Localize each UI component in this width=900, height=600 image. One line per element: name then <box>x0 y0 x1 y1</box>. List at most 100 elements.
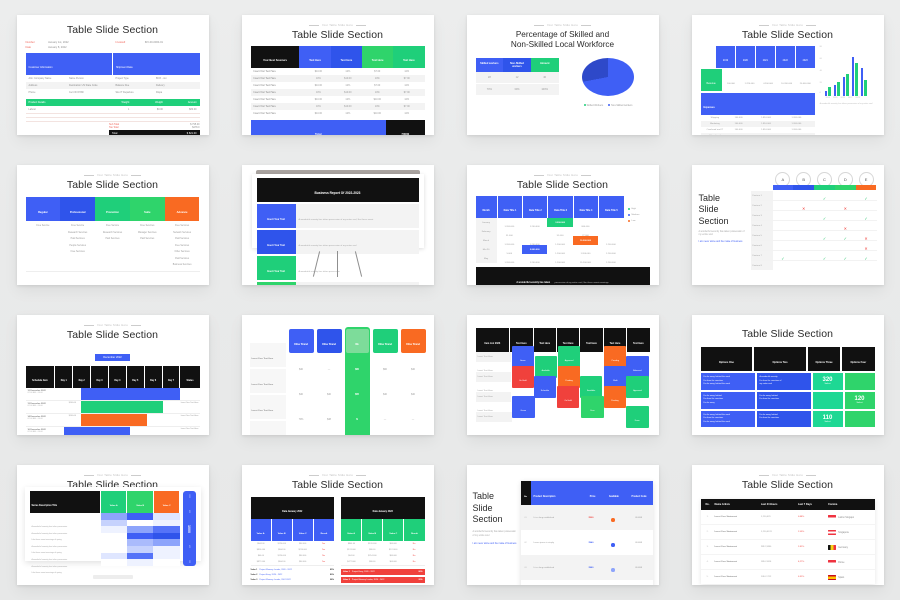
cell: Insert Your Statement <box>714 576 738 579</box>
slide-thumbnail-feature-matrix[interactable]: Table Slide Section A wonderful serenity… <box>691 165 884 285</box>
invoice-date-label: Date <box>25 46 31 50</box>
bar-group <box>851 57 858 97</box>
table-row: 03 It is a long established $880 010868 <box>520 555 653 580</box>
slide-thumbnail-countries[interactable]: Your Table Slide Here Table Slide Sectio… <box>691 465 884 585</box>
cell: 1.200.000 <box>529 225 540 228</box>
row-label: Insert Your Text Here <box>251 410 274 412</box>
cell: Free Services <box>140 225 155 228</box>
cell: 1.810.000 <box>761 123 771 126</box>
cell: Sku IT Departure <box>115 91 134 95</box>
cell: Attn: Company Name <box>28 77 52 81</box>
slide-link[interactable]: I am never alone and the make of busines… <box>699 241 747 245</box>
cell: Phone <box>28 91 36 95</box>
stat-label: Select <box>856 402 863 405</box>
x-tick: 2023 <box>855 97 860 100</box>
slide-thumbnail-status-matrix[interactable]: Item List 2023 Text Here Text Here Text … <box>466 315 659 435</box>
col-header: Your Best Sourcers <box>262 59 287 63</box>
cell: $7.00 <box>374 84 381 88</box>
col-header: Day 2 <box>78 380 85 383</box>
cell: $10.00 <box>344 91 352 95</box>
cell: $84.000 <box>389 555 397 558</box>
cell: 010868 <box>635 516 643 519</box>
cell: 1.55% <box>797 531 805 534</box>
slide-thumbnail-invoice[interactable]: Table Slide Section Number January 1st, 2… <box>16 15 209 135</box>
slide-thumbnail-brand-compare[interactable]: Insert Your Text Here Insert Your Text H… <box>241 315 434 435</box>
table-row: 70% 30% 100% <box>475 82 559 95</box>
table-row: 16 December 202202:00 AM - 04:00 $100.00… <box>26 427 200 435</box>
table-body: Insert Your Text Here $10.00 12% $7.00 12% I… <box>250 68 425 117</box>
cell: — <box>383 418 387 421</box>
col-header: Day 6 <box>150 380 157 383</box>
gallery-cell-11: Item List 2023 Text Here Text Here Text … <box>450 300 675 450</box>
month-badge[interactable]: December 2022 <box>95 354 130 362</box>
brand-column: Other Brand $60 $40 — $50 — <box>372 329 398 435</box>
col-header: Professional <box>69 211 86 215</box>
slide-thumbnail-financials[interactable]: Your Table Slide Here Table Slide Sectio… <box>691 15 884 135</box>
brand-column: Other Brand — $40 $38 $60 $40 <box>316 329 342 435</box>
legend-item: Low <box>627 220 650 223</box>
slide-thumbnail-two-tables[interactable]: Your Table Slide Here Table Slide Sectio… <box>241 465 434 585</box>
col-header: Text Here <box>371 59 384 63</box>
scale-tick: 800 <box>188 509 190 513</box>
cell: $84.000 <box>299 561 307 564</box>
cell: 12 <box>515 75 519 79</box>
slide-thumbnail-options[interactable]: Table Slide Section Options One Options … <box>691 315 884 435</box>
col-header: Options Two <box>772 361 788 365</box>
table-row: Insert Your Text Here $10.00 12% $10.00 12% <box>251 110 425 117</box>
slide-thumbnail-pricing-tiers[interactable]: Your Table Slide Here Table Slide Sectio… <box>16 165 209 285</box>
slide-thumbnail-business-report-easel[interactable]: Business Report Of 2022-2023 Insert Your… <box>241 165 434 285</box>
table-row: 01 It is a long established $500 010868 <box>520 505 653 530</box>
slide-thumbnail-best-sellers[interactable]: Your Table Slide Here Table Slide Sectio… <box>241 15 434 135</box>
cell-price: $940 <box>588 541 594 544</box>
check-icon: ✓ <box>864 215 868 221</box>
cell: 1010.1712 <box>760 576 772 579</box>
slide-title-line3: Section <box>472 514 503 525</box>
slide-title-line1: Table <box>698 193 721 203</box>
cell: $214.000 <box>368 555 377 558</box>
cell: Free Service <box>71 225 85 228</box>
note-row: Value 1 Project Memory Leader, 2020 - 202… <box>251 569 335 571</box>
col-header: Text Here <box>309 59 321 63</box>
table-header-row: Schedule Item Day 1 Day 2 Day 3 Day 4 Da… <box>25 366 200 389</box>
cell: Business Services <box>172 264 192 267</box>
cell: $60 <box>383 368 387 371</box>
gallery-cell-1: Table Slide Section Number January 1st, 2… <box>0 0 225 150</box>
col-header: Available <box>608 496 619 498</box>
row-label: Like these sweet mornings of spring <box>31 572 62 575</box>
slide-thumbnail-heatmap-monitor[interactable]: Your Table Slide Here Table Slide Sectio… <box>16 465 209 585</box>
slide-thumbnail-schedule[interactable]: Your Table Slide Here Table Slide Sectio… <box>16 315 209 435</box>
note-label: Value 1 <box>343 571 350 574</box>
row-tag: Insert Your Text <box>267 244 285 247</box>
scale-tick: 1000 <box>188 494 190 498</box>
badge-label: C <box>823 177 826 182</box>
cell: 12% <box>345 84 351 88</box>
cell: $10.00 <box>314 70 322 74</box>
table-row: 3. Insert Your Statement 2812,1890 1.81%… <box>700 540 875 556</box>
slide-link[interactable]: I am never alone and the make of busines… <box>473 543 517 547</box>
legend-label: Skilled Workers <box>586 103 604 107</box>
col-header: Value B <box>136 505 145 507</box>
badge-label: D <box>843 177 847 182</box>
cell: Insert Your Text Here <box>253 70 276 74</box>
status-chip: Pending <box>611 400 619 402</box>
slide-thumbnail-product-list[interactable]: Table Slide Section A wonderful serenity… <box>466 465 659 585</box>
slide-thumbnail-workforce-pie[interactable]: Your Table Slide Here Percentage of Skil… <box>466 15 659 135</box>
report-header: Business Report Of 2022-2023 <box>314 191 361 195</box>
cell: 1.200.000 <box>791 117 802 120</box>
cell: $84.000 <box>299 555 307 558</box>
row-label: Feature 6 <box>752 244 762 247</box>
legend: High Medium Low <box>627 196 650 263</box>
status-chip: Available <box>541 370 550 372</box>
col-header: Data Title 1 <box>503 209 517 213</box>
cell: 1 <box>127 108 130 112</box>
bar-group <box>824 87 831 97</box>
cell: $120.000 <box>368 543 377 546</box>
row-label: Feature 7 <box>752 254 762 257</box>
table-row: A wonderful serenity has taken possessio… <box>30 552 180 568</box>
monitor-screen: Series Description Title Value A Value B… <box>24 487 201 574</box>
cell: Insert Your Text Here <box>253 98 276 102</box>
cell-price: $880 <box>588 566 594 569</box>
slide-thumbnail-monthly-data[interactable]: Your Table Slide Here Table Slide Sectio… <box>466 165 659 285</box>
col-header: Options Four <box>850 361 867 365</box>
cell: $120.000 <box>277 543 286 546</box>
